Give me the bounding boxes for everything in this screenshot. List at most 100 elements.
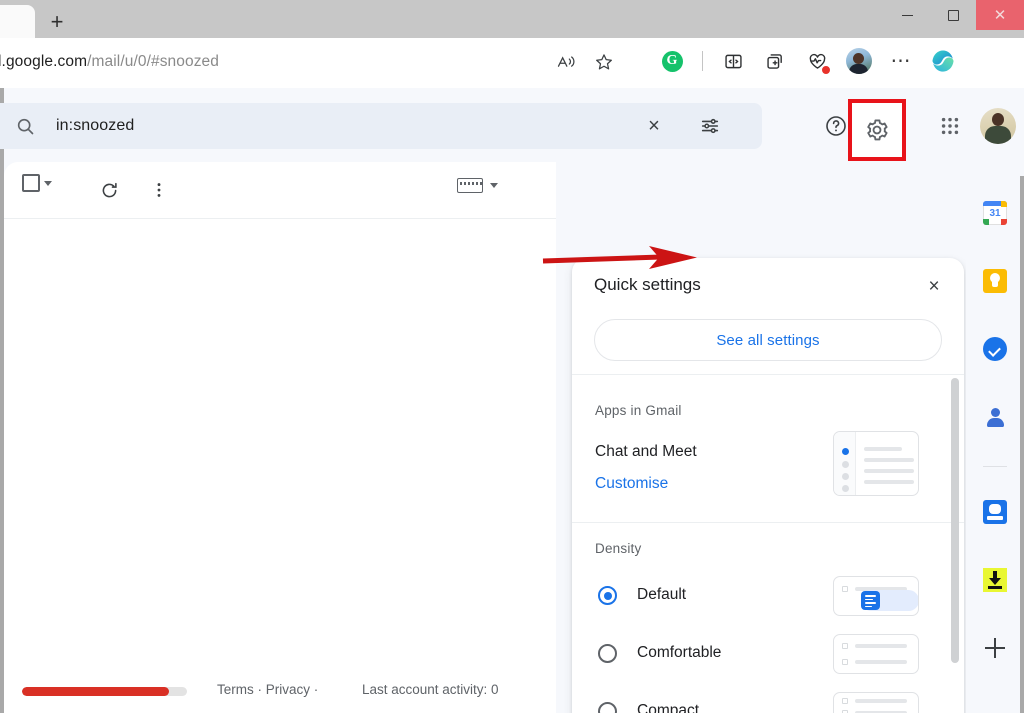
- browser-essentials-icon[interactable]: [800, 44, 834, 78]
- select-all-checkbox[interactable]: [22, 174, 40, 192]
- radio-compact-label: Compact: [637, 702, 700, 713]
- url-actions: [548, 44, 622, 80]
- rail-dot: [841, 485, 849, 492]
- see-all-settings-button[interactable]: See all settings: [594, 319, 942, 361]
- grammarly-glyph: G: [661, 50, 683, 72]
- toolbar-divider: [702, 51, 703, 71]
- refresh-button[interactable]: [92, 173, 126, 207]
- calendar-day-number: 31: [989, 207, 1001, 219]
- address-bar: l.google.com/mail/u/0/#snoozed G ⋯: [0, 38, 1024, 88]
- sidebar-item-contacts[interactable]: [983, 405, 1007, 429]
- account-avatar-image: [980, 108, 1016, 144]
- google-calendar-icon: 31: [983, 201, 1007, 225]
- chat-and-meet-label: Chat and Meet: [595, 443, 697, 460]
- sidebar-item-addon-bot[interactable]: [983, 500, 1007, 524]
- rail-dot-active: [841, 448, 849, 455]
- input-tools-chevron-icon[interactable]: [490, 183, 498, 188]
- quick-settings-title: Quick settings: [594, 275, 701, 294]
- radio-compact[interactable]: [598, 702, 617, 713]
- apps-grid-icon[interactable]: [930, 106, 970, 146]
- maximize-button[interactable]: [930, 0, 976, 30]
- edge-profile-image: [846, 48, 872, 74]
- more-options-button[interactable]: [142, 173, 176, 207]
- copilot-icon[interactable]: [926, 44, 960, 78]
- thumbnail-line: [864, 458, 914, 462]
- minimize-button[interactable]: [884, 0, 930, 30]
- default-density-thumbnail: [833, 576, 919, 616]
- customise-link[interactable]: Customise: [595, 475, 668, 493]
- last-account-activity: Last account activity: 0: [362, 682, 499, 697]
- window-controls: ✕: [884, 0, 1024, 30]
- thumbnail-checkbox: [842, 643, 848, 649]
- collections-icon[interactable]: [758, 44, 792, 78]
- sidebar-item-get-addons[interactable]: [983, 636, 1007, 660]
- google-side-rail: 31: [966, 176, 1024, 713]
- quick-settings-scrollbar[interactable]: [951, 378, 959, 663]
- input-tools-control[interactable]: [457, 178, 498, 193]
- sidebar-item-keep[interactable]: [983, 269, 1007, 293]
- density-section-heading: Density: [595, 541, 642, 556]
- quick-settings-panel: Quick settings × See all settings Apps i…: [572, 258, 964, 713]
- search-options-icon[interactable]: [698, 114, 722, 138]
- chevron-down-icon[interactable]: [44, 180, 52, 186]
- google-tasks-icon: [983, 337, 1007, 361]
- annotation-arrow: [542, 246, 697, 269]
- browser-window: × + ✕ l.google.com/mail/u/0/#snoozed: [0, 0, 1024, 713]
- apps-section-heading: Apps in Gmail: [595, 403, 682, 418]
- thumbnail-checkbox: [842, 659, 848, 665]
- radio-comfortable[interactable]: [598, 644, 617, 663]
- thumbnail-line: [864, 447, 902, 451]
- url-host: l.google.com: [0, 53, 88, 70]
- new-tab-button[interactable]: +: [44, 9, 70, 35]
- browser-more-button[interactable]: ⋯: [884, 44, 918, 78]
- star-icon[interactable]: [586, 44, 622, 80]
- get-addons-icon: [983, 636, 1007, 660]
- settings-highlight-box[interactable]: [848, 99, 906, 161]
- extensions-area: G ⋯: [655, 44, 960, 78]
- search-value: in:snoozed: [56, 117, 135, 134]
- empty-mail-list: [4, 219, 556, 669]
- sidebar-item-tasks[interactable]: [983, 337, 1007, 361]
- gmail-app: in:snoozed × Terms · Privacy · Last acco…: [0, 88, 1024, 713]
- thumbnail-line: [855, 644, 907, 648]
- grammarly-icon[interactable]: G: [655, 44, 689, 78]
- thumbnail-checkbox: [842, 586, 848, 592]
- sidebar-item-addon-download[interactable]: [983, 568, 1007, 592]
- split-screen-icon[interactable]: [716, 44, 750, 78]
- account-avatar[interactable]: [978, 106, 1018, 146]
- google-keep-icon: [983, 269, 1007, 293]
- more-dots: ⋯: [890, 50, 912, 72]
- keyboard-icon[interactable]: [457, 178, 483, 193]
- storage-progress-fill: [22, 687, 169, 696]
- clear-search-icon[interactable]: ×: [642, 114, 666, 138]
- sidebar-item-calendar[interactable]: 31: [983, 201, 1007, 225]
- google-contacts-icon: [983, 405, 1007, 429]
- search-icon: [2, 116, 48, 137]
- chatbot-addon-icon: [983, 500, 1007, 524]
- rail-dot: [841, 461, 849, 468]
- close-window-button[interactable]: ✕: [976, 0, 1024, 30]
- thumbnail-line: [855, 699, 907, 703]
- comfortable-density-thumbnail: [833, 634, 919, 674]
- thumbnail-checkbox: [842, 698, 848, 704]
- thumbnail-rail: [834, 432, 856, 495]
- mail-footer: Terms · Privacy · Last account activity:…: [4, 671, 556, 713]
- select-all-control[interactable]: [22, 174, 52, 192]
- thumbnail-line: [864, 469, 914, 473]
- rail-dot: [841, 473, 849, 480]
- close-icon[interactable]: ×: [922, 274, 946, 298]
- compact-density-thumbnail: [833, 692, 919, 713]
- radio-default-label: Default: [637, 586, 687, 603]
- thumbnail-doc-icon: [861, 591, 880, 610]
- tab-strip: × + ✕: [0, 0, 1024, 38]
- download-addon-icon: [983, 568, 1007, 592]
- footer-links[interactable]: Terms · Privacy ·: [217, 682, 318, 697]
- search-input[interactable]: in:snoozed ×: [0, 103, 762, 149]
- copilot-glyph: [932, 50, 954, 72]
- radio-default[interactable]: [598, 586, 617, 605]
- browser-tab[interactable]: ×: [0, 5, 35, 38]
- read-aloud-icon[interactable]: [548, 44, 584, 80]
- notification-badge: [821, 65, 831, 75]
- profile-avatar-icon[interactable]: [842, 44, 876, 78]
- thumbnail-line: [855, 660, 907, 664]
